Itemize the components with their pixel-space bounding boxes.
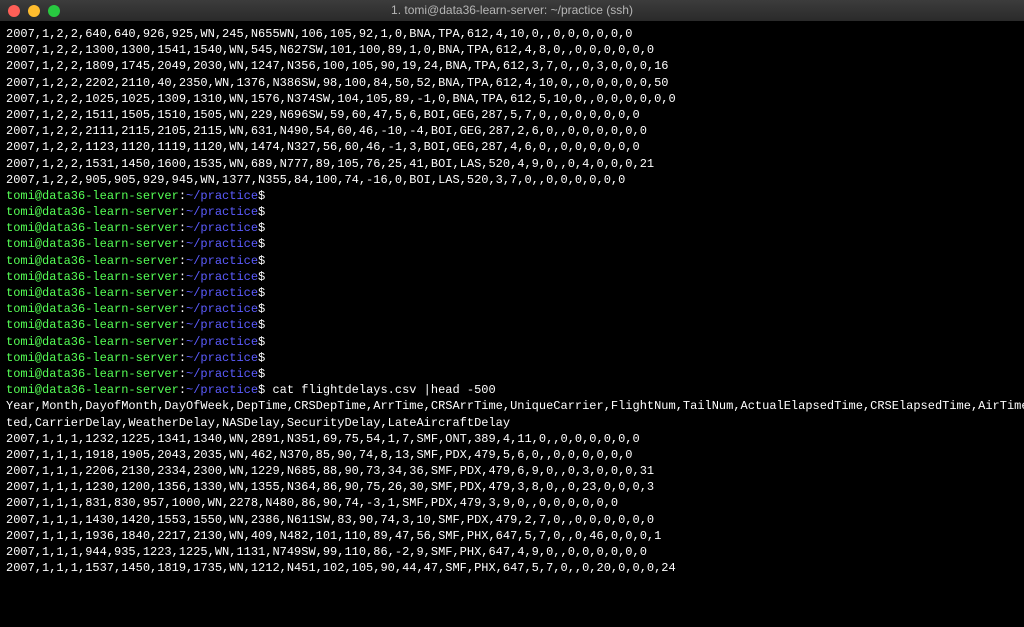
prompt-separator: : [179, 302, 186, 316]
csv-row: 2007,1,2,2,1809,1745,2049,2030,WN,1247,N… [6, 58, 1018, 74]
prompt-symbol: $ [258, 221, 272, 235]
prompt-symbol: $ [258, 383, 272, 397]
prompt-path: ~/practice [186, 383, 258, 397]
prompt-symbol: $ [258, 237, 272, 251]
csv-row: 2007,1,1,1,1936,1840,2217,2130,WN,409,N4… [6, 528, 1018, 544]
prompt-user-host: tomi@data36-learn-server [6, 335, 179, 349]
prompt-symbol: $ [258, 351, 272, 365]
prompt-path: ~/practice [186, 270, 258, 284]
csv-header: ted,CarrierDelay,WeatherDelay,NASDelay,S… [6, 415, 1018, 431]
prompt-path: ~/practice [186, 318, 258, 332]
prompt-user-host: tomi@data36-learn-server [6, 302, 179, 316]
close-icon[interactable] [8, 5, 20, 17]
window-title: 1. tomi@data36-learn-server: ~/practice … [391, 2, 633, 18]
prompt-separator: : [179, 270, 186, 284]
prompt-user-host: tomi@data36-learn-server [6, 254, 179, 268]
csv-row: 2007,1,1,1,2206,2130,2334,2300,WN,1229,N… [6, 463, 1018, 479]
prompt-path: ~/practice [186, 237, 258, 251]
prompt-path: ~/practice [186, 189, 258, 203]
prompt-path: ~/practice [186, 335, 258, 349]
prompt-separator: : [179, 189, 186, 203]
prompt-symbol: $ [258, 254, 272, 268]
csv-row: 2007,1,2,2,640,640,926,925,WN,245,N655WN… [6, 26, 1018, 42]
prompt-user-host: tomi@data36-learn-server [6, 221, 179, 235]
csv-row: 2007,1,2,2,1300,1300,1541,1540,WN,545,N6… [6, 42, 1018, 58]
prompt-symbol: $ [258, 189, 272, 203]
prompt-user-host: tomi@data36-learn-server [6, 367, 179, 381]
csv-row: 2007,1,1,1,944,935,1223,1225,WN,1131,N74… [6, 544, 1018, 560]
csv-row: 2007,1,1,1,1537,1450,1819,1735,WN,1212,N… [6, 560, 1018, 576]
csv-row: 2007,1,1,1,1918,1905,2043,2035,WN,462,N3… [6, 447, 1018, 463]
prompt-separator: : [179, 318, 186, 332]
prompt-separator: : [179, 254, 186, 268]
prompt-separator: : [179, 335, 186, 349]
prompt-user-host: tomi@data36-learn-server [6, 237, 179, 251]
prompt-separator: : [179, 383, 186, 397]
prompt-symbol: $ [258, 335, 272, 349]
terminal-output[interactable]: 2007,1,2,2,640,640,926,925,WN,245,N655WN… [0, 22, 1024, 627]
csv-row: 2007,1,1,1,1232,1225,1341,1340,WN,2891,N… [6, 431, 1018, 447]
prompt-user-host: tomi@data36-learn-server [6, 189, 179, 203]
prompt-separator: : [179, 205, 186, 219]
prompt-separator: : [179, 367, 186, 381]
prompt-separator: : [179, 286, 186, 300]
prompt-path: ~/practice [186, 254, 258, 268]
csv-header: Year,Month,DayofMonth,DayOfWeek,DepTime,… [6, 398, 1018, 414]
csv-row: 2007,1,2,2,2202,2110,40,2350,WN,1376,N38… [6, 75, 1018, 91]
csv-row: 2007,1,2,2,1123,1120,1119,1120,WN,1474,N… [6, 139, 1018, 155]
prompt-path: ~/practice [186, 286, 258, 300]
prompt-separator: : [179, 351, 186, 365]
prompt-symbol: $ [258, 367, 272, 381]
command-text: cat flightdelays.csv |head -500 [272, 383, 495, 397]
csv-row: 2007,1,2,2,1025,1025,1309,1310,WN,1576,N… [6, 91, 1018, 107]
prompt-symbol: $ [258, 286, 272, 300]
prompt-path: ~/practice [186, 351, 258, 365]
prompt-separator: : [179, 221, 186, 235]
prompt-symbol: $ [258, 205, 272, 219]
csv-row: 2007,1,2,2,905,905,929,945,WN,1377,N355,… [6, 172, 1018, 188]
minimize-icon[interactable] [28, 5, 40, 17]
maximize-icon[interactable] [48, 5, 60, 17]
prompt-path: ~/practice [186, 205, 258, 219]
csv-row: 2007,1,1,1,831,830,957,1000,WN,2278,N480… [6, 495, 1018, 511]
prompt-user-host: tomi@data36-learn-server [6, 351, 179, 365]
prompt-user-host: tomi@data36-learn-server [6, 286, 179, 300]
prompt-path: ~/practice [186, 302, 258, 316]
prompt-user-host: tomi@data36-learn-server [6, 270, 179, 284]
csv-row: 2007,1,1,1,1230,1200,1356,1330,WN,1355,N… [6, 479, 1018, 495]
window-titlebar: 1. tomi@data36-learn-server: ~/practice … [0, 0, 1024, 22]
prompt-path: ~/practice [186, 221, 258, 235]
prompt-symbol: $ [258, 302, 272, 316]
prompt-user-host: tomi@data36-learn-server [6, 383, 179, 397]
prompt-path: ~/practice [186, 367, 258, 381]
csv-row: 2007,1,2,2,2111,2115,2105,2115,WN,631,N4… [6, 123, 1018, 139]
csv-row: 2007,1,2,2,1531,1450,1600,1535,WN,689,N7… [6, 156, 1018, 172]
prompt-separator: : [179, 237, 186, 251]
prompt-symbol: $ [258, 270, 272, 284]
prompt-symbol: $ [258, 318, 272, 332]
window-controls [8, 5, 60, 17]
csv-row: 2007,1,2,2,1511,1505,1510,1505,WN,229,N6… [6, 107, 1018, 123]
csv-row: 2007,1,1,1,1430,1420,1553,1550,WN,2386,N… [6, 512, 1018, 528]
prompt-user-host: tomi@data36-learn-server [6, 205, 179, 219]
prompt-user-host: tomi@data36-learn-server [6, 318, 179, 332]
